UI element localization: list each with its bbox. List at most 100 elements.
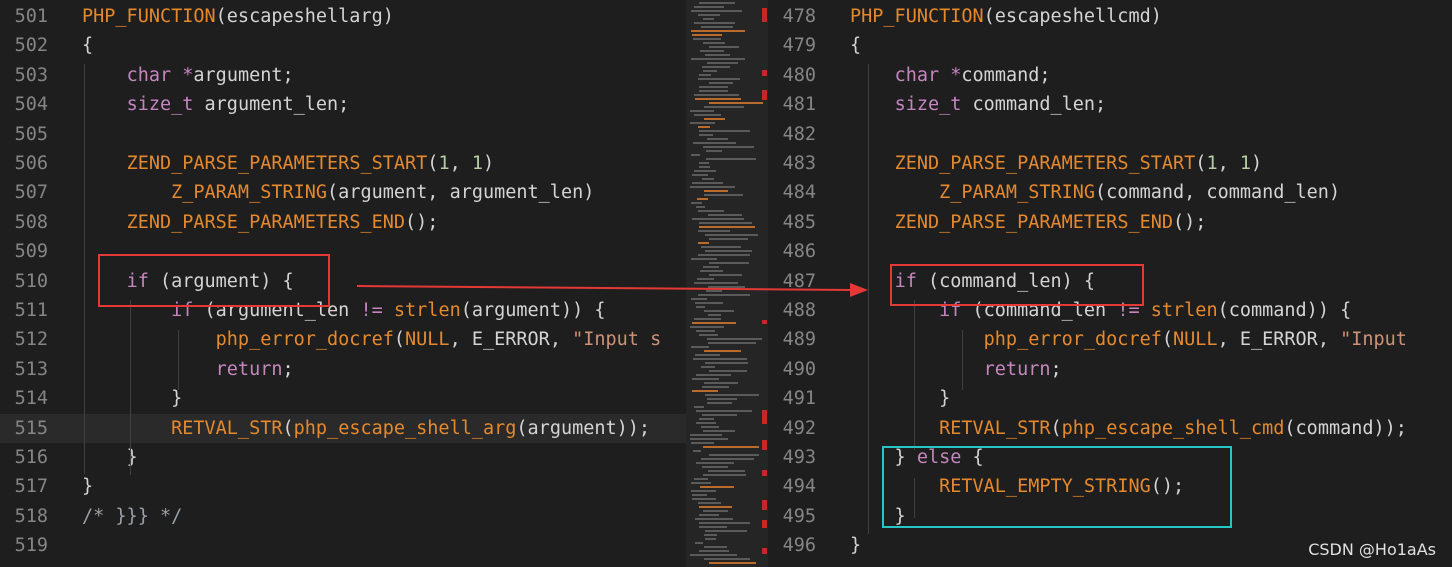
code-token: (argument)) {	[460, 300, 606, 321]
minimap-line	[696, 206, 705, 208]
minimap-line	[704, 350, 741, 352]
line-number: 504	[14, 94, 48, 116]
code-line[interactable]: 485 ZEND_PARSE_PARAMETERS_END();	[768, 208, 1452, 237]
line-number: 507	[14, 182, 48, 204]
code-line[interactable]: 478 PHP_FUNCTION(escapeshellcmd)	[768, 2, 1452, 31]
minimap-line	[704, 310, 734, 312]
code-line[interactable]: 482	[768, 120, 1452, 149]
minimap-line	[691, 10, 742, 12]
code-line[interactable]: 508 ZEND_PARSE_PARAMETERS_END();	[0, 208, 686, 237]
minimap-line	[694, 94, 739, 96]
minimap-diff-marker	[762, 440, 767, 450]
minimap-line	[702, 178, 714, 180]
code-token: NULL	[405, 329, 450, 351]
code-token: (escapeshellcmd)	[983, 6, 1162, 27]
code-line[interactable]: 505	[0, 120, 686, 149]
minimap-line	[709, 370, 747, 372]
code-line[interactable]: 507 Z_PARAM_STRING(argument, argument_le…	[0, 178, 686, 207]
code-line[interactable]: 504 size_t argument_len;	[0, 90, 686, 119]
minimap-line	[705, 538, 716, 540]
code-line[interactable]: 481 size_t command_len;	[768, 90, 1452, 119]
indent-guide	[130, 300, 131, 475]
minimap-line	[699, 2, 735, 4]
line-number: 518	[14, 505, 48, 527]
code-line[interactable]: 518 /* }}} */	[0, 502, 686, 531]
highlight-box-else	[882, 446, 1232, 528]
line-number: 494	[782, 476, 816, 498]
code-text: Z_PARAM_STRING(command, command_len)	[850, 182, 1340, 203]
minimap-line	[704, 106, 744, 108]
minimap-diff-marker	[762, 548, 767, 554]
minimap-line	[703, 18, 714, 20]
minimap-line	[699, 74, 711, 76]
code-line[interactable]: 512 php_error_docref(NULL, E_ERROR, "Inp…	[0, 325, 686, 354]
code-line[interactable]: 513 return;	[0, 355, 686, 384]
minimap-line	[698, 242, 709, 244]
code-token: ;	[282, 358, 294, 380]
minimap-line	[699, 522, 750, 524]
code-token: RETVAL_STR	[939, 417, 1051, 439]
line-number: 486	[782, 241, 816, 263]
code-line[interactable]: 506 ZEND_PARSE_PARAMETERS_START(1, 1)	[0, 149, 686, 178]
code-line[interactable]: 480 char *command;	[768, 61, 1452, 90]
code-token: ZEND_PARSE_PARAMETERS_END	[126, 211, 406, 233]
code-line[interactable]: 491 }	[768, 384, 1452, 413]
minimap-line	[709, 102, 763, 104]
code-token: (	[1161, 329, 1174, 351]
code-line[interactable]: 514 }	[0, 384, 686, 413]
indent-guide	[84, 64, 85, 474]
code-line[interactable]: 517}	[0, 472, 686, 501]
line-number: 503	[14, 64, 48, 86]
code-line[interactable]: 489 php_error_docref(NULL, E_ERROR, "Inp…	[768, 325, 1452, 354]
code-line[interactable]: 503 char *argument;	[0, 61, 686, 90]
code-line[interactable]: 515 RETVAL_STR(php_escape_shell_arg(argu…	[0, 413, 686, 443]
code-line[interactable]: 479 {	[768, 31, 1452, 60]
minimap-line	[703, 266, 719, 268]
minimap-line	[694, 114, 721, 116]
code-line[interactable]: 501 PHP_FUNCTION(escapeshellarg)	[0, 2, 686, 31]
minimap-line	[700, 270, 723, 272]
minimap-line	[704, 558, 750, 560]
minimap-line	[698, 14, 720, 16]
code-token: NULL	[1173, 329, 1218, 351]
code-token: }	[82, 476, 94, 498]
minimap-line	[701, 246, 741, 248]
minimap[interactable]	[686, 0, 768, 567]
code-text: php_error_docref(NULL, E_ERROR, "Input s	[82, 329, 662, 351]
code-line[interactable]: 502 {	[0, 31, 686, 60]
minimap-line	[708, 314, 721, 316]
code-line[interactable]: 490 return;	[768, 355, 1452, 384]
code-token: RETVAL_STR	[171, 417, 283, 439]
line-number: 511	[14, 300, 48, 321]
line-number: 495	[782, 505, 816, 527]
code-token: ,	[449, 153, 472, 174]
minimap-line	[701, 26, 733, 28]
code-line[interactable]: 516 }	[0, 443, 686, 472]
code-token: (	[393, 329, 406, 351]
minimap-line	[692, 378, 719, 380]
code-line[interactable]: 486	[768, 237, 1452, 266]
code-token: )	[483, 153, 495, 174]
minimap-line	[695, 354, 720, 356]
minimap-line	[698, 254, 750, 256]
code-line[interactable]: 483 ZEND_PARSE_PARAMETERS_START(1, 1)	[768, 149, 1452, 178]
code-line[interactable]: 492 RETVAL_STR(php_escape_shell_cmd(comm…	[768, 414, 1452, 443]
minimap-line	[697, 198, 708, 200]
minimap-line	[696, 306, 705, 308]
code-line[interactable]: 484 Z_PARAM_STRING(command, command_len)	[768, 178, 1452, 207]
indent-guide	[962, 330, 963, 390]
code-text: ZEND_PARSE_PARAMETERS_END();	[850, 212, 1207, 233]
minimap-line	[702, 66, 730, 68]
minimap-line	[699, 550, 729, 552]
code-token: size_t	[126, 94, 194, 116]
minimap-line	[704, 546, 727, 548]
line-number: 492	[782, 417, 816, 439]
code-line[interactable]: 519	[0, 531, 686, 560]
code-token: "Input	[1340, 329, 1407, 351]
minimap-line	[703, 70, 717, 72]
